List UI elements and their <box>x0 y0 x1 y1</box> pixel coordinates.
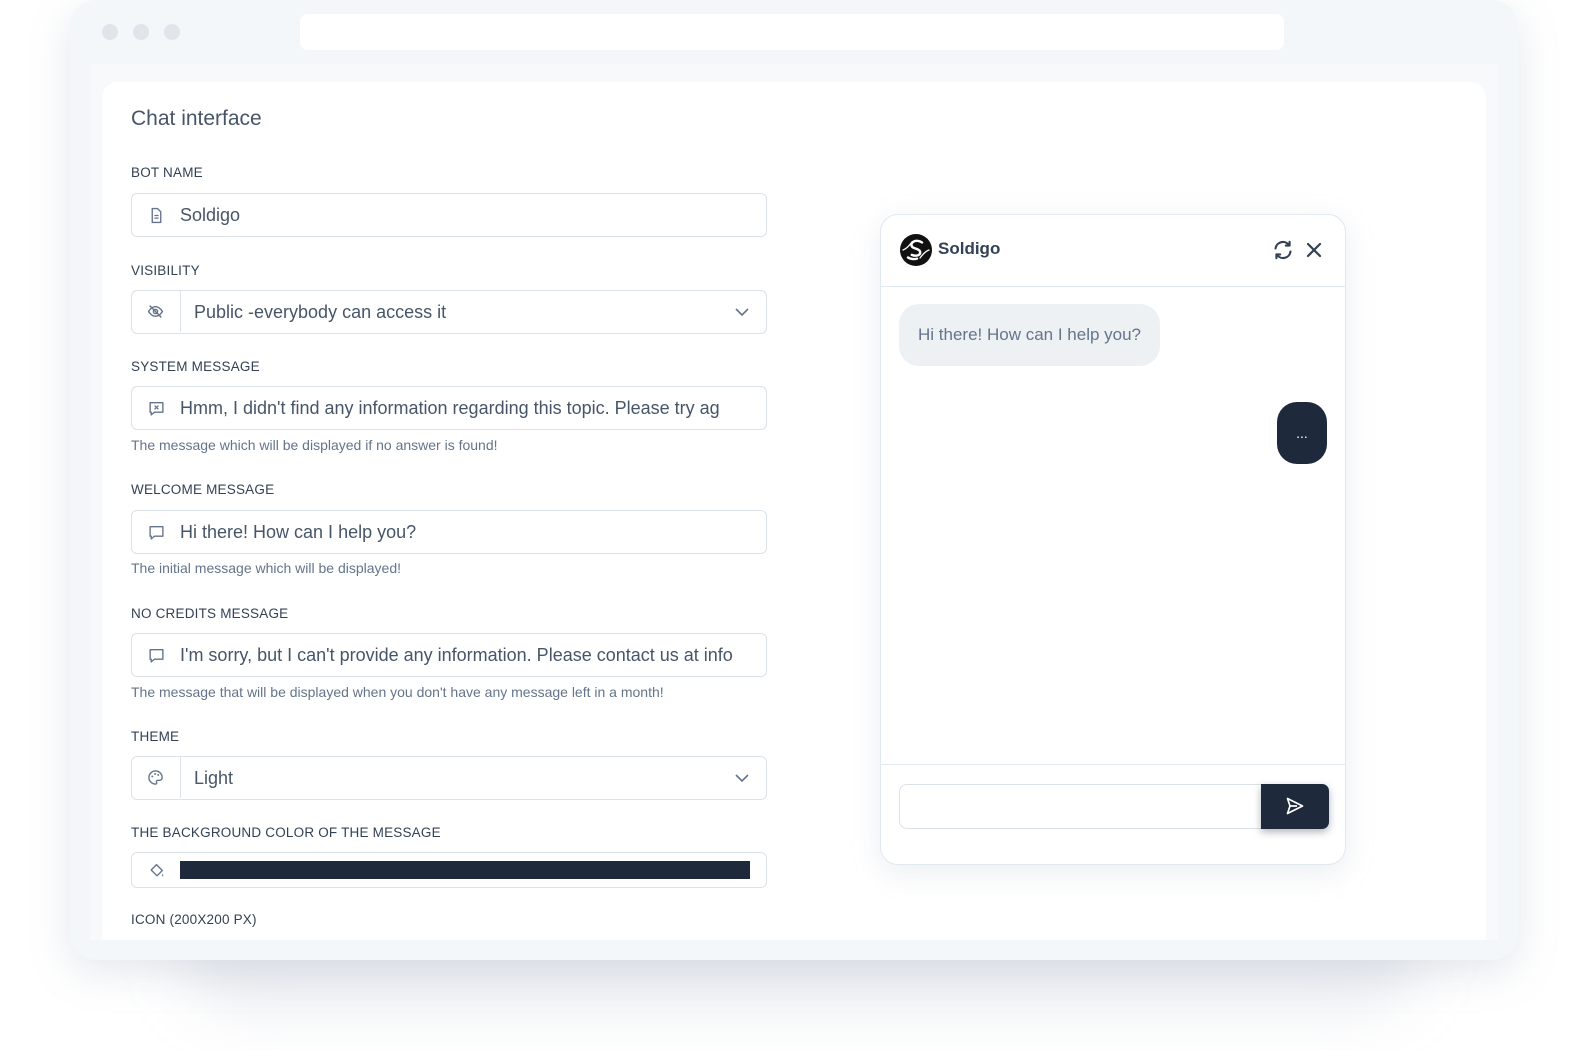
no-credits-message-help: The message that will be displayed when … <box>131 684 664 700</box>
theme-icon-cell <box>132 757 181 798</box>
palette-icon <box>148 770 163 785</box>
message-x-icon <box>149 401 164 416</box>
no-credits-message-field[interactable]: I'm sorry, but I can't provide any infor… <box>131 633 767 677</box>
welcome-message-value: Hi there! How can I help you? <box>180 522 417 542</box>
icon-label: ICON (200X200 PX) <box>131 912 257 927</box>
chat-preview: Soldigo Hi there! How can I help you? ..… <box>880 214 1346 865</box>
visibility-icon-cell <box>132 291 181 332</box>
visibility-label: VISIBILITY <box>131 263 200 278</box>
bot-name-value: Soldigo <box>180 205 241 225</box>
eye-slash-icon <box>147 305 164 318</box>
chevron-down-icon <box>735 308 749 317</box>
welcome-message-field[interactable]: Hi there! How can I help you? <box>131 510 767 554</box>
welcome-message-label: WELCOME MESSAGE <box>131 482 275 497</box>
theme-label: THEME <box>131 729 180 744</box>
document-icon <box>151 207 162 224</box>
window-dot-minimize[interactable] <box>133 24 149 40</box>
system-message-label: SYSTEM MESSAGE <box>131 359 260 374</box>
chat-bubble-icon <box>149 648 164 663</box>
send-icon <box>1286 797 1304 815</box>
theme-value: Light <box>194 768 234 788</box>
page-title: Chat interface <box>131 107 262 130</box>
refresh-icon[interactable] <box>1271 238 1295 262</box>
chat-footer <box>881 764 1345 864</box>
chat-message-user: ... <box>1277 402 1327 464</box>
background-color-field[interactable] <box>131 852 767 888</box>
bot-name-field[interactable]: Soldigo <box>131 193 767 237</box>
chat-message-input[interactable] <box>899 784 1279 829</box>
chat-header: Soldigo <box>881 215 1345 287</box>
chevron-down-icon <box>735 774 749 783</box>
bot-name-label: BOT NAME <box>131 165 203 180</box>
close-icon[interactable] <box>1303 239 1325 261</box>
background-color-label: THE BACKGROUND COLOR OF THE MESSAGE <box>131 825 441 840</box>
settings-card: Chat interface BOT NAME Soldigo VISIBILI… <box>102 82 1486 940</box>
bot-logo-icon <box>900 234 932 266</box>
system-message-help: The message which will be displayed if n… <box>131 437 498 453</box>
page-viewport: Chat interface BOT NAME Soldigo VISIBILI… <box>90 64 1498 940</box>
send-button[interactable] <box>1261 784 1329 829</box>
chat-bubble-icon <box>149 525 164 540</box>
no-credits-message-label: NO CREDITS MESSAGE <box>131 606 289 621</box>
window-dot-maximize[interactable] <box>164 24 180 40</box>
chat-message-bot: Hi there! How can I help you? <box>899 304 1161 366</box>
system-message-field[interactable]: Hmm, I didn't find any information regar… <box>131 386 767 430</box>
visibility-value: Public -everybody can access it <box>194 302 447 322</box>
visibility-select[interactable]: Public -everybody can access it <box>131 290 767 334</box>
system-message-value: Hmm, I didn't find any information regar… <box>180 398 720 418</box>
background-color-swatch[interactable] <box>180 861 750 879</box>
theme-select[interactable]: Light <box>131 756 767 800</box>
browser-window: Chat interface BOT NAME Soldigo VISIBILI… <box>70 0 1518 960</box>
welcome-message-help: The initial message which will be displa… <box>131 560 402 576</box>
chat-bot-name: Soldigo <box>938 239 1001 258</box>
paint-bucket-icon <box>150 863 164 877</box>
no-credits-message-value: I'm sorry, but I can't provide any infor… <box>180 645 733 665</box>
window-dot-close[interactable] <box>102 24 118 40</box>
address-bar[interactable] <box>300 14 1284 50</box>
